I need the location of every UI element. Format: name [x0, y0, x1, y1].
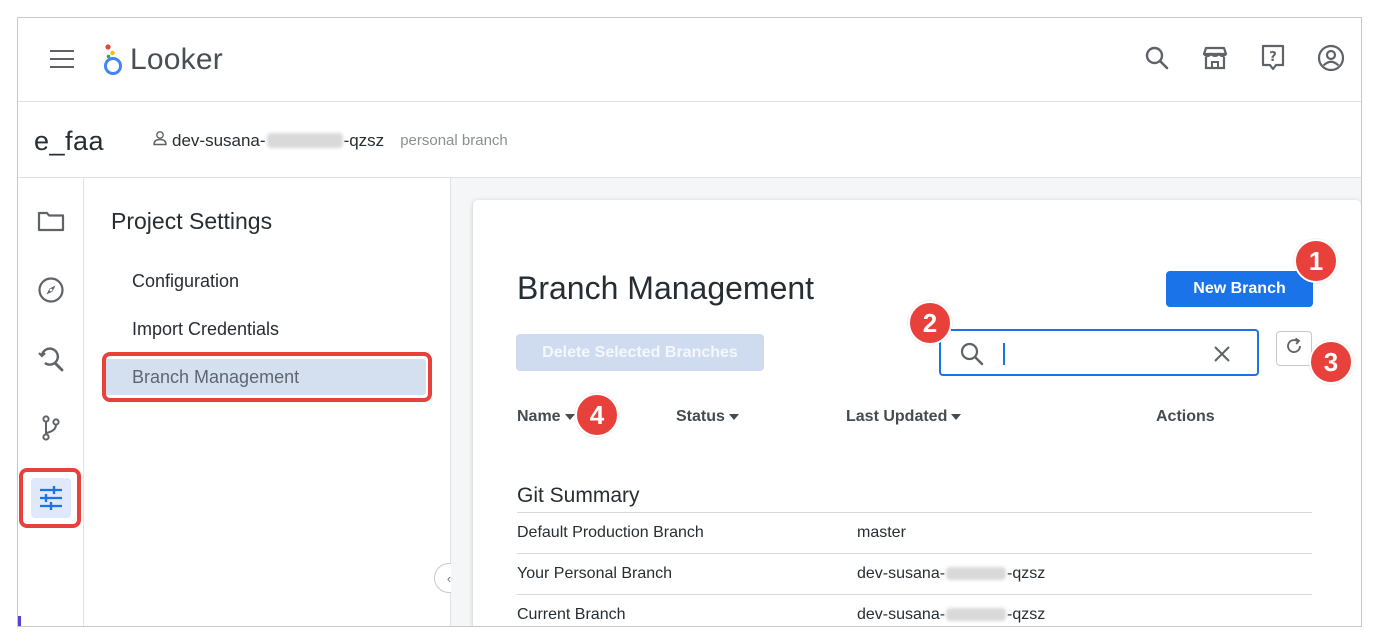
redacted-text — [946, 608, 1007, 622]
delete-selected-branches-button[interactable]: Delete Selected Branches — [516, 334, 764, 371]
column-header-status[interactable]: Status — [676, 408, 739, 426]
branch-search-box[interactable] — [939, 329, 1259, 376]
explore-compass-icon[interactable] — [31, 270, 71, 310]
sort-caret-icon — [564, 414, 575, 420]
nav-item-configuration[interactable]: Configuration — [104, 263, 426, 299]
search-icon — [959, 341, 985, 372]
looker-logo[interactable]: Looker — [102, 42, 223, 78]
left-rail — [18, 178, 84, 626]
help-icon[interactable]: ? — [1257, 42, 1289, 74]
folder-icon[interactable] — [31, 201, 71, 241]
project-bar: e_faa dev-susana- -qzsz personal branch — [18, 102, 1361, 178]
top-bar: Looker ? — [18, 18, 1361, 102]
project-name: e_faa — [34, 126, 105, 156]
sql-search-icon[interactable] — [31, 339, 71, 379]
column-header-last-updated[interactable]: Last Updated — [846, 408, 962, 426]
clear-search-icon[interactable] — [1211, 343, 1233, 365]
account-icon[interactable] — [1315, 42, 1347, 74]
refresh-icon — [1284, 336, 1304, 361]
refresh-button[interactable] — [1276, 331, 1312, 366]
git-summary-table: Default Production Branch master Your Pe… — [517, 512, 1312, 626]
branch-name-prefix: dev-susana- — [172, 130, 266, 150]
git-branch-icon[interactable] — [31, 408, 71, 448]
table-row: Your Personal Branch dev-susana- -qzsz — [517, 554, 1312, 595]
redacted-text — [946, 567, 1007, 581]
top-icon-group: ? — [1141, 42, 1347, 74]
app-name: Looker — [130, 43, 223, 76]
row-label: Your Personal Branch — [517, 565, 673, 582]
branch-kind-label: personal branch — [400, 132, 508, 149]
row-label: Default Production Branch — [517, 524, 704, 541]
branch-name-suffix: -qzsz — [343, 130, 385, 150]
nav-highlight-box — [102, 352, 432, 402]
table-row: Current Branch dev-susana- -qzsz — [517, 595, 1312, 626]
row-value: dev-susana- -qzsz — [857, 565, 1046, 582]
callout-marker-4: 4 — [575, 393, 619, 437]
redacted-text — [266, 133, 343, 148]
person-icon — [152, 130, 168, 151]
menu-icon[interactable] — [50, 50, 76, 70]
current-branch-indicator[interactable]: dev-susana- -qzsz personal branch — [152, 130, 508, 151]
new-branch-button[interactable]: New Branch — [1166, 271, 1313, 307]
marketplace-icon[interactable] — [1199, 42, 1231, 74]
rail-highlight-box — [19, 468, 81, 528]
callout-marker-2: 2 — [908, 301, 952, 345]
nav-item-import-credentials[interactable]: Import Credentials — [104, 311, 426, 347]
row-label: Current Branch — [517, 606, 626, 623]
table-row: Default Production Branch master — [517, 513, 1312, 554]
text-caret — [1003, 343, 1005, 365]
rail-bottom-accent — [18, 616, 21, 626]
svg-text:?: ? — [1269, 50, 1277, 65]
column-header-actions: Actions — [1156, 408, 1215, 425]
settings-title: Project Settings — [111, 208, 273, 234]
page-title: Branch Management — [517, 270, 815, 306]
search-icon[interactable] — [1141, 42, 1173, 74]
column-header-name[interactable]: Name — [517, 408, 575, 426]
row-value: master — [857, 524, 906, 541]
sort-caret-icon — [951, 414, 962, 420]
row-value: dev-susana- -qzsz — [857, 606, 1046, 623]
git-summary-title: Git Summary — [517, 484, 640, 507]
looker-logo-icon — [102, 43, 124, 77]
branch-search-input[interactable] — [1001, 340, 1201, 366]
project-settings-panel: Project Settings Configuration Import Cr… — [84, 178, 464, 626]
sort-caret-icon — [728, 414, 739, 420]
callout-marker-1: 1 — [1294, 239, 1338, 283]
callout-marker-3: 3 — [1309, 340, 1353, 384]
app-window: Looker ? e_faa dev-susana- -qzsz persona… — [17, 17, 1362, 627]
